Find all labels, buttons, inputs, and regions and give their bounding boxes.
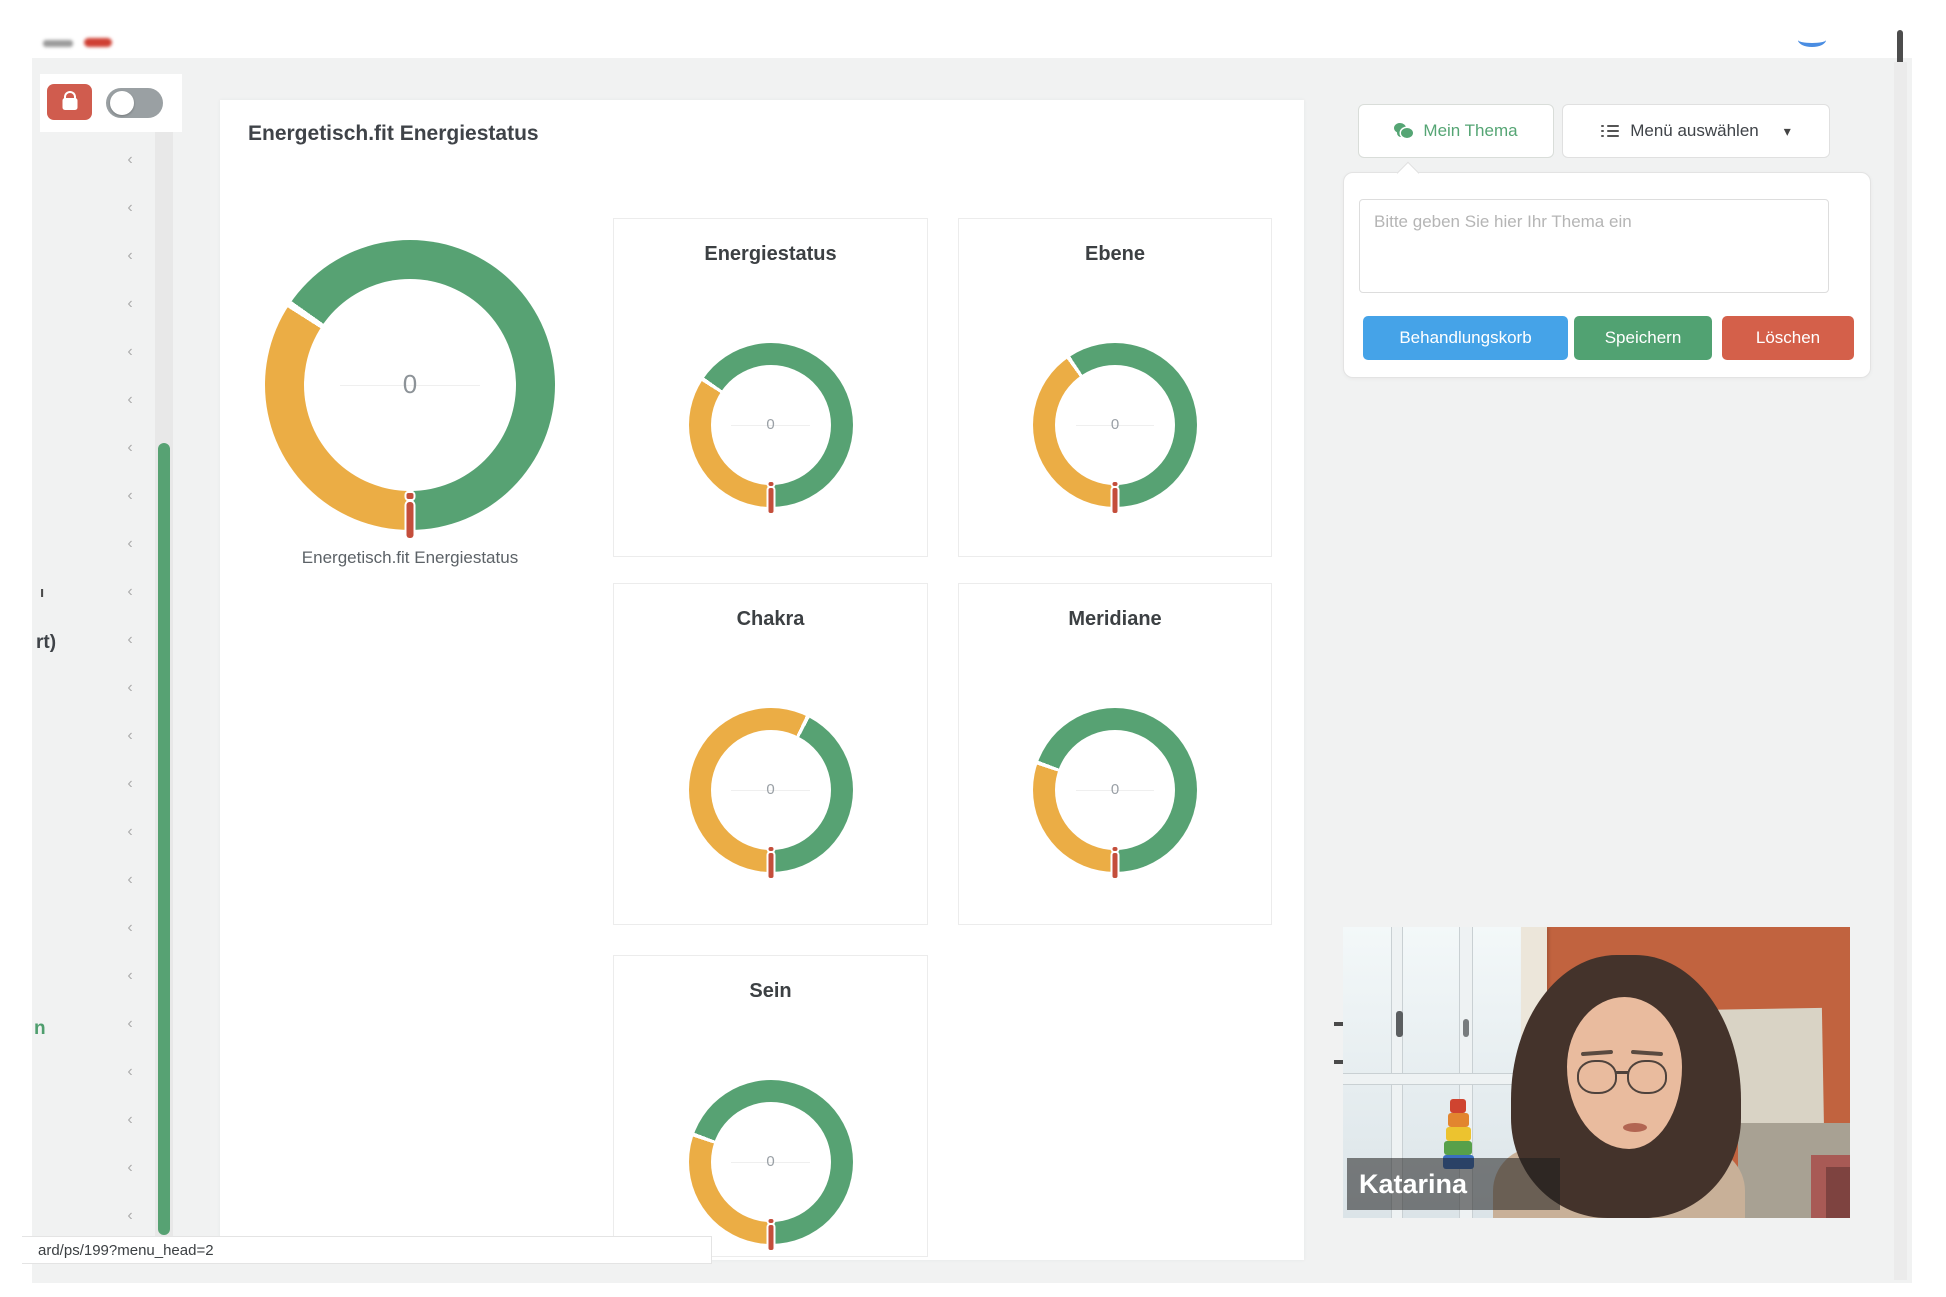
list-icon [1601,124,1620,138]
gauge-needle-icon [1112,482,1118,513]
glasses-icon [1577,1060,1617,1094]
collapse-chevron-icon[interactable]: ‹ [118,294,142,342]
collapse-chevron-icon[interactable]: ‹ [118,486,142,534]
collapse-chevron-icon[interactable]: ‹ [118,966,142,1014]
card-title: Chakra [736,608,805,630]
collapse-chevron-icon[interactable]: ‹ [118,774,142,822]
participant-name-tag: Katarina Matthes [1347,1158,1560,1210]
gauge-card-sein: Sein 0 [613,955,928,1257]
collapse-chevron-icon[interactable]: ‹ [118,582,142,630]
gauge-needle-icon [768,482,773,513]
mein-thema-label: Mein Thema [1423,121,1518,140]
collapse-chevron-icon[interactable]: ‹ [118,246,142,294]
gauge-card-ebene: Ebene 0 [958,218,1272,557]
lock-button[interactable] [47,84,92,120]
behandlungskorb-button[interactable]: Behandlungskorb [1363,316,1568,360]
card-title: Sein [749,980,792,1002]
gauge-value: 0 [766,781,775,799]
sidebar-text-fragment: rt) [36,632,57,653]
collapse-chevron-icon[interactable]: ‹ [118,1062,142,1110]
chat-bubbles-icon [1394,123,1414,139]
gauge-needle-icon [768,847,773,878]
collapse-chevron-icon[interactable]: ‹ [118,1158,142,1206]
browser-scrollbar-track[interactable] [1894,62,1907,1280]
card-title: Energiestatus [704,243,837,265]
gauge-card-energiestatus: Energiestatus 0 [613,218,928,557]
collapse-chevron-icon[interactable]: ‹ [118,726,142,774]
gauge-caption: Energetisch.fit Energiestatus [301,548,519,567]
collapse-chevron-icon[interactable]: ‹ [118,1014,142,1062]
gauge-chakra: 0 [688,708,853,878]
gauge-meridiane: 0 [1033,708,1197,878]
collapse-chevron-icon[interactable]: ‹ [118,390,142,438]
chevron-down-icon: ▾ [1783,122,1791,139]
collapse-chevron-icon[interactable]: ‹ [118,822,142,870]
gauge-needle-icon [406,493,414,538]
collapse-chevron-icon[interactable]: ‹ [118,1110,142,1158]
menu-select-button[interactable]: Menü auswählen ▾ [1562,104,1830,158]
menu-select-label: Menü auswählen [1630,121,1759,140]
collapse-chevron-icon[interactable]: ‹ [118,534,142,582]
app-window: ‹ ‹ ‹ ‹ ‹ ‹ ‹ ‹ ‹ ‹ ‹ ‹ ‹ ‹ ‹ ‹ ‹ ‹ ‹ ‹ ‹ ‹ ‹ ı rt) n Energeti… [0,0,1946,1297]
gauge-value: 0 [402,368,418,399]
gauge-energiestatus-main: 0 [265,240,555,538]
collapse-chevron-icon[interactable]: ‹ [118,678,142,726]
status-url-bar: ard/ps/199?menu_head=2 [22,1236,712,1264]
gauge-card-chakra: Chakra 0 [613,583,928,925]
sidebar-text-fragment: ı [40,584,45,601]
sidebar-text-fragment: n [34,1018,46,1039]
speichern-button[interactable]: Speichern [1574,316,1712,360]
webcam-overlay: Katarina Matthes [1343,927,1850,1218]
window-handle [1396,1011,1403,1037]
topbar-red-fragment [84,38,112,47]
gauge-value: 0 [1110,781,1120,799]
status-url-text: ard/ps/199?menu_head=2 [38,1241,214,1259]
gauge-needle-icon [1112,847,1118,878]
toggle-knob [110,91,134,115]
collapse-chevron-icon[interactable]: ‹ [118,342,142,390]
gauge-card-meridiane: Meridiane 0 [958,583,1272,925]
thema-popup: Behandlungskorb Speichern Löschen [1343,172,1871,378]
collapse-chevron-icon[interactable]: ‹ [118,870,142,918]
collapse-chevron-icon[interactable]: ‹ [118,438,142,486]
mein-thema-button[interactable]: Mein Thema [1358,104,1554,158]
card-title: Ebene [1084,243,1146,265]
gauge-value: 0 [766,1153,775,1171]
topbar-text-fragment [43,40,73,47]
thema-input[interactable] [1359,199,1829,293]
sidebar-scrollbar-thumb[interactable] [158,443,170,1235]
gauge-value: 0 [1110,416,1120,434]
collapse-chevron-icon[interactable]: ‹ [118,630,142,678]
gauge-value: 0 [766,416,775,434]
sidebar-collapse-chevrons: ‹ ‹ ‹ ‹ ‹ ‹ ‹ ‹ ‹ ‹ ‹ ‹ ‹ ‹ ‹ ‹ ‹ ‹ ‹ ‹ ‹ ‹ ‹ [118,150,142,1254]
collapse-chevron-icon[interactable]: ‹ [118,150,142,198]
collapse-chevron-icon[interactable]: ‹ [118,918,142,966]
gauge-needle-icon [768,1219,773,1250]
card-title: Meridiane [1068,608,1162,630]
page-title: Energetisch.fit Energiestatus [248,122,539,145]
sidebar-toggle[interactable] [106,88,163,118]
avatar-icon-partial[interactable] [1798,33,1826,47]
gauge-ebene: 0 [1033,343,1197,513]
gauge-energiestatus: 0 [688,343,853,513]
loeschen-button[interactable]: Löschen [1722,316,1854,360]
gauge-sein: 0 [688,1080,853,1250]
collapse-chevron-icon[interactable]: ‹ [118,198,142,246]
